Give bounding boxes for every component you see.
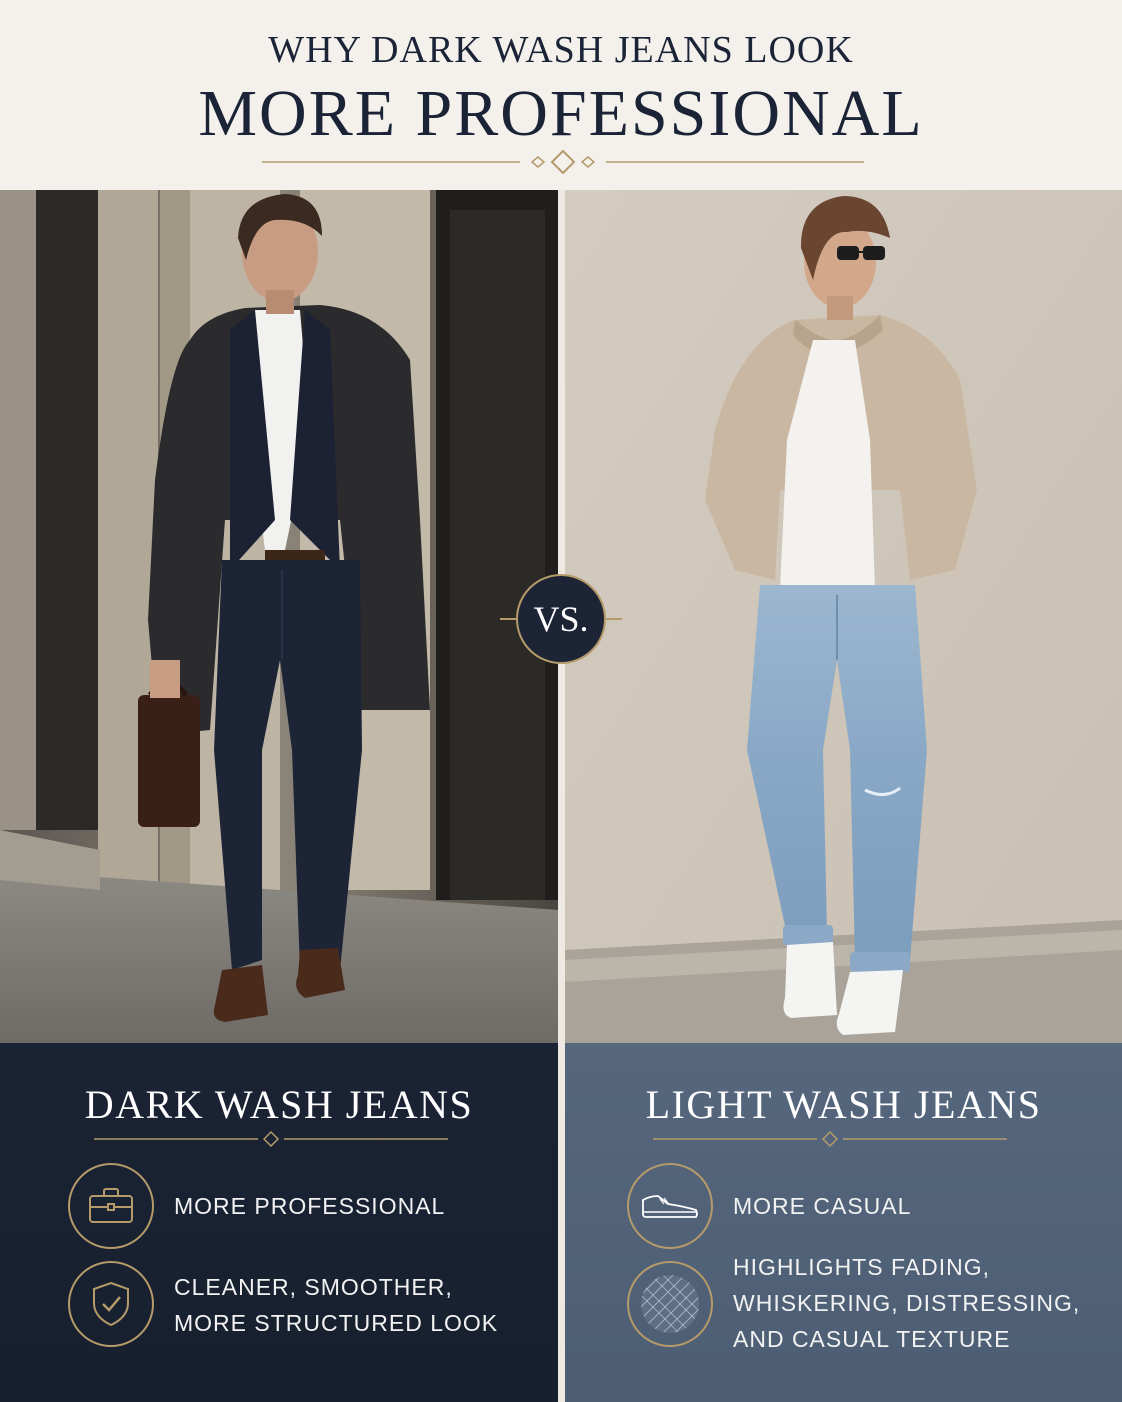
shield-check-icon xyxy=(68,1261,154,1347)
briefcase-icon xyxy=(68,1163,154,1249)
header-ornament-divider xyxy=(262,150,864,174)
feature-text-line-2: WHISKERING, DISTRESSING, xyxy=(733,1290,1081,1316)
feature-structured-look: CLEANER, SMOOTHER, MORE STRUCTURED LOOK xyxy=(68,1261,538,1351)
sneaker-icon xyxy=(627,1163,713,1249)
vs-line-right xyxy=(606,618,622,620)
dark-wash-title: DARK WASH JEANS xyxy=(84,1082,474,1127)
feature-text-line-3: AND CASUAL TEXTURE xyxy=(733,1326,1011,1352)
feature-text: MORE CASUAL xyxy=(733,1193,912,1219)
center-divider xyxy=(558,190,565,1402)
panel-ornament-divider xyxy=(653,1130,1007,1148)
vs-badge: VS. xyxy=(516,574,606,664)
feature-text-line-2: MORE STRUCTURED LOOK xyxy=(174,1310,499,1336)
light-wash-panel: LIGHT WASH JEANS MORE CASUAL HIGHLIGHTS … xyxy=(565,1043,1122,1402)
light-wash-title: LIGHT WASH JEANS xyxy=(645,1082,1042,1127)
feature-more-professional: MORE PROFESSIONAL xyxy=(68,1163,538,1253)
feature-text: MORE PROFESSIONAL xyxy=(174,1193,446,1219)
header: WHY DARK WASH JEANS LOOK MORE PROFESSION… xyxy=(0,0,1122,190)
feature-casual-texture: HIGHLIGHTS FADING, WHISKERING, DISTRESSI… xyxy=(627,1254,1097,1352)
feature-text-line-1: HIGHLIGHTS FADING, xyxy=(733,1254,990,1280)
dark-wash-outfit-photo xyxy=(0,190,558,1043)
light-wash-outfit-photo xyxy=(565,190,1122,1043)
header-title: MORE PROFESSIONAL xyxy=(198,77,924,150)
header-subtitle: WHY DARK WASH JEANS LOOK xyxy=(268,29,854,71)
dark-wash-panel: DARK WASH JEANS MORE PROFESSIONAL CLEANE… xyxy=(0,1043,558,1402)
panel-ornament-divider xyxy=(94,1130,448,1148)
feature-text-line-1: CLEANER, SMOOTHER, xyxy=(174,1274,453,1300)
feature-more-casual: MORE CASUAL xyxy=(627,1163,1097,1253)
denim-texture-icon xyxy=(627,1261,713,1347)
vs-label: VS. xyxy=(533,599,589,639)
vs-line-left xyxy=(500,618,516,620)
